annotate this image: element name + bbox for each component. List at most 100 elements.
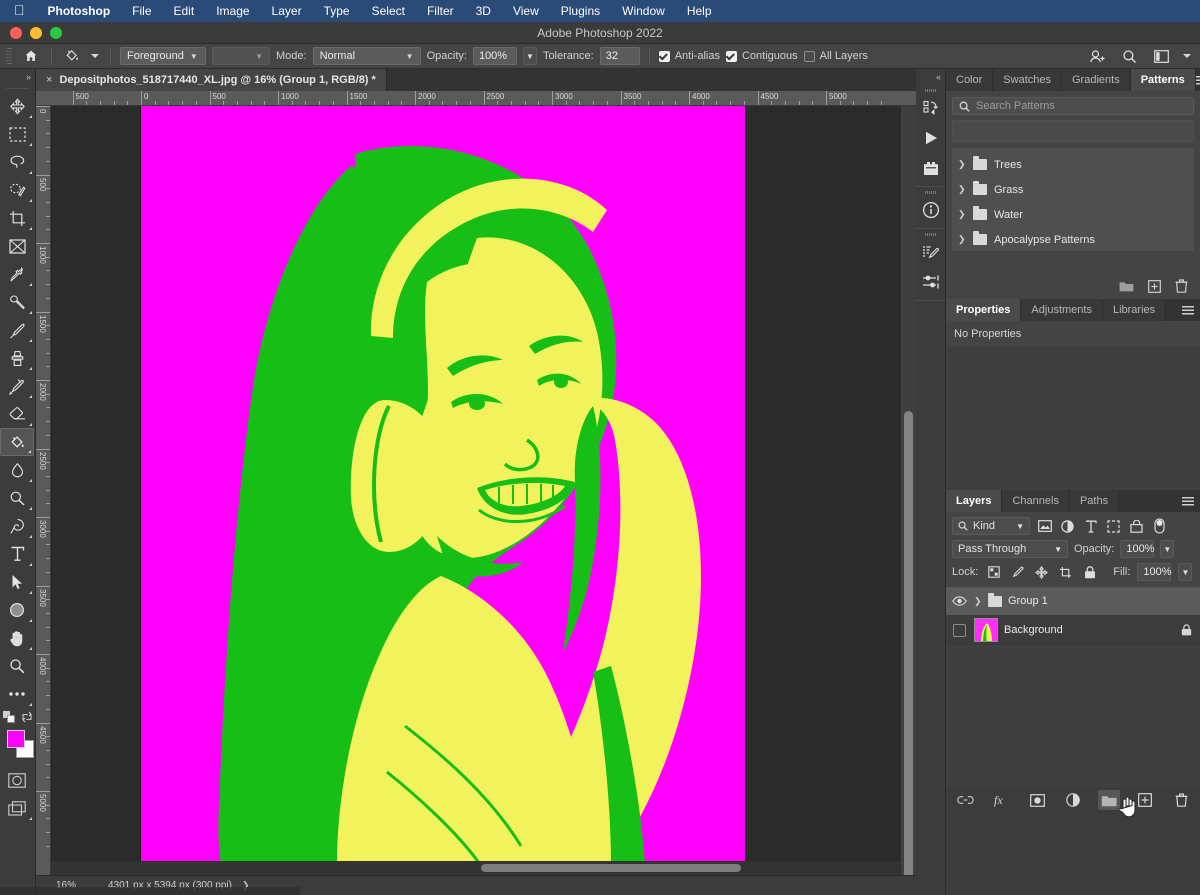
vertical-scrollbar-thumb[interactable] (904, 411, 913, 895)
menu-item-type[interactable]: Type (313, 0, 361, 22)
all-layers-option[interactable]: All Layers (804, 50, 868, 62)
options-bar-grip[interactable] (6, 48, 12, 64)
horizontal-scrollbar[interactable] (51, 861, 901, 875)
crop-tool[interactable] (0, 204, 34, 232)
layer-opacity-stepper[interactable]: ▼ (1160, 540, 1174, 558)
pattern-group-trees[interactable]: ❯ Trees (952, 152, 1194, 177)
chevron-right-icon[interactable]: ❯ (974, 596, 982, 607)
layer-thumbnail[interactable] (974, 618, 998, 642)
layer-fill-input[interactable]: 100% (1137, 563, 1171, 581)
chevron-right-icon[interactable]: ❯ (958, 159, 966, 170)
double-chevron-right-icon[interactable]: » (0, 69, 35, 85)
brush-settings-icon[interactable] (916, 237, 946, 267)
tab-libraries[interactable]: Libraries (1103, 299, 1166, 321)
chevron-right-icon[interactable]: ❯ (958, 209, 966, 220)
menu-item-image[interactable]: Image (205, 0, 260, 22)
path-selection-tool[interactable] (0, 568, 34, 596)
object-selection-tool[interactable] (0, 176, 34, 204)
menu-item-help[interactable]: Help (676, 0, 723, 22)
tab-layers[interactable]: Layers (946, 490, 1002, 512)
menu-item-window[interactable]: Window (611, 0, 676, 22)
adjustment-filter-icon[interactable] (1059, 517, 1076, 535)
dodge-tool[interactable] (0, 484, 34, 512)
pattern-picker-select[interactable]: ▼ (212, 47, 270, 65)
layer-fill-stepper[interactable]: ▼ (1178, 563, 1192, 581)
fill-source-select[interactable]: Foreground ▼ (120, 47, 206, 65)
workspace-icon[interactable] (1150, 47, 1172, 66)
search-icon[interactable] (1118, 47, 1140, 66)
antialias-checkbox[interactable] (659, 51, 670, 62)
new-layer-button[interactable] (1134, 790, 1156, 810)
tab-swatches[interactable]: Swatches (993, 69, 1062, 91)
document-tab[interactable]: × Depositphotos_518717440_XL.jpg @ 16% (… (36, 69, 387, 91)
eraser-tool[interactable] (0, 400, 34, 428)
vertical-ruler[interactable]: 0500100015002000250030003500400045005000 (36, 106, 51, 895)
screen-mode-button[interactable] (0, 794, 34, 822)
hand-tool[interactable] (0, 624, 34, 652)
all-layers-checkbox[interactable] (804, 51, 815, 62)
chevron-right-icon[interactable]: ❯ (958, 184, 966, 195)
layer-row-group-1[interactable]: ❯ Group 1 (946, 587, 1200, 616)
eyedropper-tool[interactable] (0, 260, 34, 288)
contiguous-option[interactable]: Contiguous (726, 50, 798, 62)
blur-tool[interactable] (0, 456, 34, 484)
chevron-down-icon[interactable] (1182, 47, 1192, 66)
home-icon[interactable] (20, 47, 42, 66)
smart-object-filter-icon[interactable] (1128, 517, 1145, 535)
image-canvas[interactable] (141, 106, 745, 863)
zoom-tool[interactable] (0, 652, 34, 680)
paint-bucket-tool[interactable] (0, 428, 34, 456)
move-tool[interactable] (0, 92, 34, 120)
filter-toggle-icon[interactable] (1151, 517, 1168, 535)
layer-filter-kind-select[interactable]: Kind ▼ (952, 517, 1030, 535)
layer-row-background[interactable]: Background (946, 616, 1200, 645)
close-icon[interactable]: × (46, 74, 52, 86)
vertical-scrollbar[interactable] (901, 106, 916, 895)
tab-paths[interactable]: Paths (1070, 490, 1119, 512)
info-icon[interactable] (916, 195, 946, 225)
tab-patterns[interactable]: Patterns (1131, 69, 1196, 91)
new-group-icon[interactable] (1119, 280, 1134, 292)
menu-item-filter[interactable]: Filter (416, 0, 465, 22)
quick-mask-button[interactable] (0, 766, 34, 794)
new-pattern-icon[interactable] (1148, 280, 1161, 293)
menu-item-photoshop[interactable]: Photoshop (37, 0, 122, 22)
delete-icon[interactable] (1175, 279, 1188, 293)
tab-properties[interactable]: Properties (946, 299, 1021, 321)
chevron-down-icon[interactable] (89, 47, 101, 66)
tab-color[interactable]: Color (946, 69, 993, 91)
default-colors-icon[interactable] (3, 711, 16, 724)
share-icon[interactable] (1086, 47, 1108, 66)
foreground-color-swatch[interactable] (7, 730, 25, 748)
new-group-button[interactable] (1098, 790, 1120, 810)
search-patterns-input[interactable]: Search Patterns (952, 97, 1194, 115)
save-icon[interactable] (916, 153, 946, 183)
canvas-viewport[interactable] (51, 106, 901, 895)
swap-colors-icon[interactable] (21, 711, 33, 723)
double-chevron-left-icon[interactable]: « (916, 69, 945, 85)
menu-item-select[interactable]: Select (361, 0, 416, 22)
tab-adjustments[interactable]: Adjustments (1021, 299, 1103, 321)
tab-gradients[interactable]: Gradients (1062, 69, 1131, 91)
type-tool[interactable] (0, 540, 34, 568)
panel-menu-icon[interactable] (1196, 69, 1200, 91)
horizontal-scrollbar-thumb[interactable] (481, 864, 741, 872)
pattern-group-grass[interactable]: ❯ Grass (952, 177, 1194, 202)
lock-image-icon[interactable] (1009, 563, 1026, 581)
lock-artboard-icon[interactable] (1057, 563, 1074, 581)
spot-healing-brush-tool[interactable] (0, 288, 34, 316)
antialias-option[interactable]: Anti-alias (659, 50, 720, 62)
lock-all-icon[interactable] (1081, 563, 1098, 581)
panel-menu-icon[interactable] (1176, 299, 1200, 321)
paint-bucket-icon[interactable] (61, 47, 83, 66)
opacity-input[interactable]: 100% (473, 47, 517, 65)
pixel-filter-icon[interactable] (1036, 517, 1053, 535)
layer-opacity-input[interactable]: 100% (1120, 540, 1154, 558)
eye-off-icon[interactable] (950, 624, 968, 637)
rectangular-marquee-tool[interactable] (0, 120, 34, 148)
lasso-tool[interactable] (0, 148, 34, 176)
panel-menu-icon[interactable] (1176, 490, 1200, 512)
eye-icon[interactable] (950, 596, 968, 606)
horizontal-ruler[interactable]: 5000500100015002000250030003500400045005… (36, 91, 916, 106)
blend-mode-select[interactable]: Normal ▼ (313, 47, 421, 65)
